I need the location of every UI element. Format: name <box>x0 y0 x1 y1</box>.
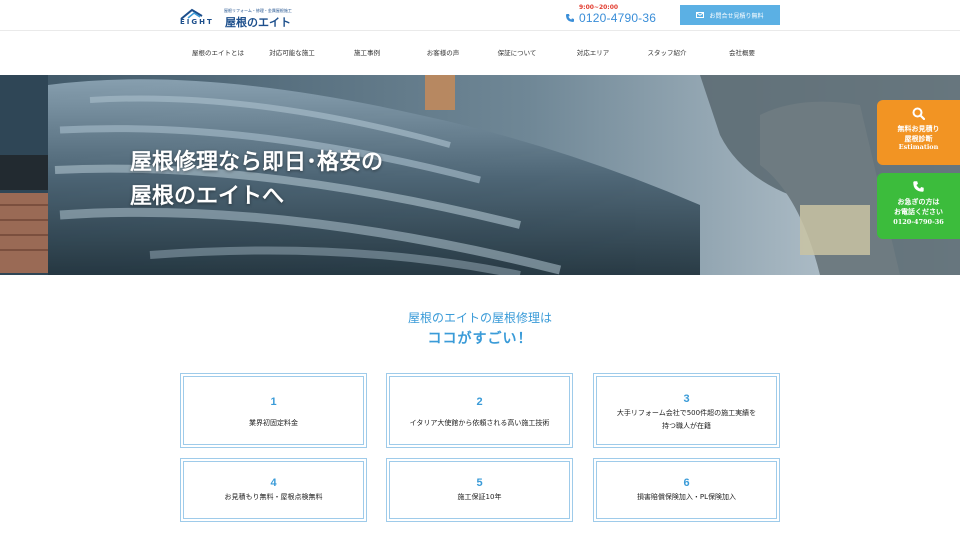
business-hours: 9:00~20:00 <box>579 4 619 11</box>
hero-line-1: 屋根修理なら即日･格安の <box>130 149 384 175</box>
feature-card-4: 4 お見積もり無料・屋根点検無料 <box>180 458 367 522</box>
feature-card-3: 3 大手リフォーム会社で500件超の施工実績を 持つ職人が在籍 <box>593 373 780 448</box>
phone-icon <box>566 14 574 22</box>
side-estimate-line-2: 屋根診断 <box>904 133 933 143</box>
nav-item-voices[interactable]: お客様の声 <box>427 47 460 57</box>
header-phone[interactable]: 0120-4790-36 <box>565 11 656 25</box>
section-title: 屋根のエイトの屋根修理は <box>407 311 552 325</box>
feature-card-2: 2 イタリア大使館から依頼される高い施工技術 <box>386 373 573 448</box>
feature-number: 5 <box>476 477 483 489</box>
side-estimate-line-3: Estimation <box>898 143 939 151</box>
feature-number: 6 <box>683 477 690 489</box>
feature-text: 業界初固定料金 <box>249 419 298 427</box>
hero-headline: 屋根修理なら即日･格安の 屋根のエイトへ <box>130 145 383 213</box>
nav-item-services[interactable]: 対応可能な施工 <box>269 47 315 57</box>
feature-card-5: 5 施工保証10年 <box>386 458 573 522</box>
feature-card-6: 6 損害賠償保険加入・PL保険加入 <box>593 458 780 522</box>
feature-text-line-2: 持つ職人が在籍 <box>662 422 711 430</box>
feature-card-1: 1 業界初固定料金 <box>180 373 367 448</box>
feature-number: 4 <box>270 477 277 489</box>
nav-item-company[interactable]: 会社概要 <box>729 47 755 57</box>
feature-number: 2 <box>476 396 483 408</box>
nav-item-about[interactable]: 屋根のエイトとは <box>192 47 244 57</box>
feature-number: 3 <box>683 393 690 405</box>
phone-number: 0120-4790-36 <box>579 11 657 25</box>
side-estimate-line-1: 無料お見積り <box>897 124 940 133</box>
side-call-line-1: お急ぎの方は <box>897 197 940 206</box>
search-icon <box>912 107 925 120</box>
feature-text: お見積もり無料・屋根点検無料 <box>224 493 323 501</box>
logo-name: 屋根のエイト <box>225 16 291 29</box>
nav-item-works[interactable]: 施工事例 <box>354 47 380 57</box>
feature-text: 施工保証10年 <box>457 493 502 501</box>
side-call-phone: 0120-4790-36 <box>893 218 944 226</box>
nav-item-staff[interactable]: スタッフ紹介 <box>648 47 687 57</box>
main-nav: 屋根のエイトとは 対応可能な施工 施工事例 お客様の声 保証について 対応エリア… <box>0 30 960 75</box>
feature-text: 損害賠償保険加入・PL保険加入 <box>636 493 737 501</box>
hero-line-2: 屋根のエイトへ <box>130 183 285 209</box>
mail-icon <box>696 12 705 18</box>
nav-item-warranty[interactable]: 保証について <box>498 47 537 57</box>
feature-text-line-1: 大手リフォーム会社で500件超の施工実績を <box>616 409 757 417</box>
phone-icon <box>913 181 924 192</box>
feature-number: 1 <box>270 396 277 408</box>
hero-banner: 屋根修理なら即日･格安の 屋根のエイトへ <box>0 75 960 275</box>
contact-button[interactable]: お問合せ見積り無料 <box>680 5 780 25</box>
logo-eight: EIGHT <box>180 18 214 26</box>
side-call-line-2: お電話ください <box>894 206 943 216</box>
side-call-button[interactable]: お急ぎの方は お電話ください 0120-4790-36 <box>877 173 960 239</box>
site-logo[interactable]: 屋根リフォーム・修理・金属屋根施工 EIGHT 屋根のエイト <box>180 5 292 29</box>
section-subtitle: ココがすごい！ <box>427 331 533 347</box>
site-header: 屋根リフォーム・修理・金属屋根施工 EIGHT 屋根のエイト 9:00~20:0… <box>0 0 960 30</box>
contact-button-label: お問合せ見積り無料 <box>709 12 764 20</box>
feature-text: イタリア大使館から依頼される高い施工技術 <box>409 419 550 427</box>
side-estimate-button[interactable]: 無料お見積り 屋根診断 Estimation <box>877 100 960 165</box>
nav-item-area[interactable]: 対応エリア <box>577 47 610 57</box>
